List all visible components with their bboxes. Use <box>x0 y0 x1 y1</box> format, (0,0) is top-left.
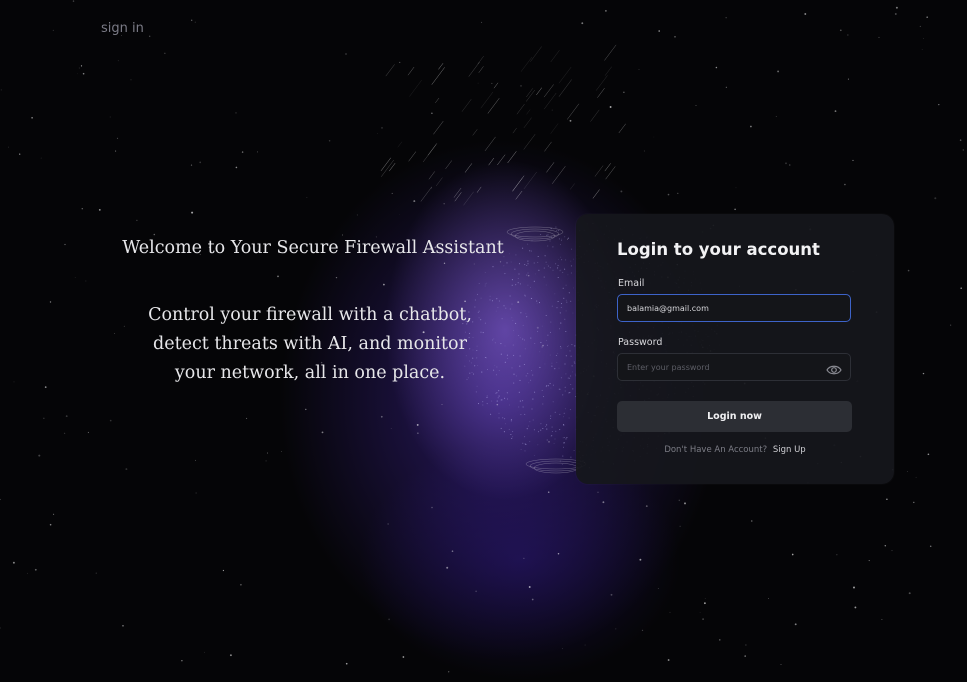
signup-row: Don't Have An Account? Sign Up <box>576 445 894 455</box>
welcome-heading: Welcome to Your Secure Firewall Assistan… <box>122 238 504 258</box>
subtitle-line: your network, all in one place. <box>174 363 446 383</box>
eye-icon[interactable] <box>826 361 842 375</box>
login-card: Login to your account Email Password Log… <box>576 214 894 484</box>
email-input[interactable] <box>617 294 851 322</box>
login-page: sign in Welcome to Your Secure Firewall … <box>0 0 967 682</box>
signup-link[interactable]: Sign Up <box>773 445 806 455</box>
login-title: Login to your account <box>617 240 820 259</box>
sign-in-link[interactable]: sign in <box>101 21 144 36</box>
subtitle-line: detect threats with AI, and monitor <box>153 334 467 354</box>
welcome-subtitle: Control your firewall with a chatbot, de… <box>120 301 500 388</box>
email-label: Email <box>618 278 645 289</box>
password-label: Password <box>618 337 663 348</box>
signup-prompt: Don't Have An Account? <box>664 445 768 455</box>
subtitle-line: Control your firewall with a chatbot, <box>148 305 472 325</box>
password-input[interactable] <box>617 353 851 381</box>
login-button[interactable]: Login now <box>617 401 852 432</box>
